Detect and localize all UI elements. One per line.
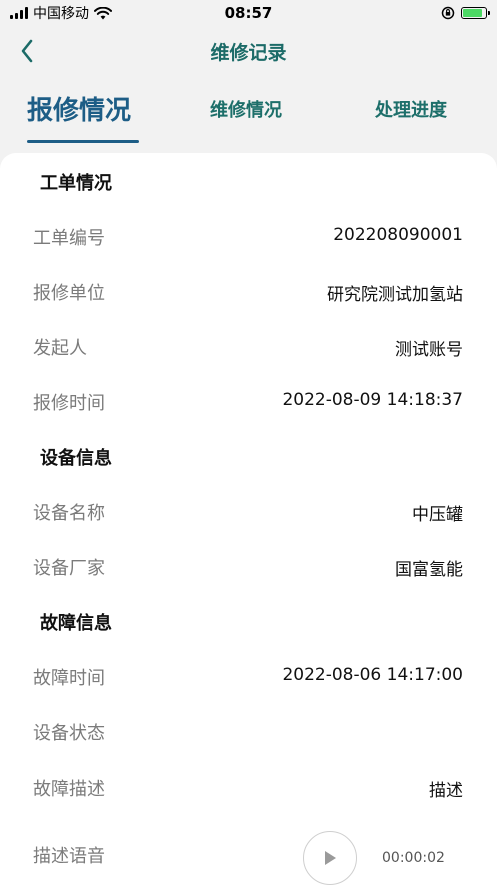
page-title: 维修记录 [210, 41, 287, 64]
carrier-label: 中国移动 [33, 6, 89, 22]
section-title-device: 设备信息 [40, 448, 112, 469]
play-voice-button[interactable] [303, 831, 357, 885]
device-name-label: 设备名称 [33, 503, 105, 524]
fault-time-value: 2022-08-06 14:17:00 [282, 665, 463, 685]
chevron-left-icon [21, 39, 33, 63]
section-title-work-order: 工单情况 [40, 173, 112, 194]
device-status-label: 设备状态 [33, 723, 105, 744]
orientation-lock-icon [441, 6, 455, 20]
fault-description-value: 描述 [429, 781, 463, 801]
voice-duration: 00:00:02 [382, 850, 445, 866]
repair-unit-value: 研究院测试加氢站 [327, 285, 463, 305]
fault-description-label: 故障描述 [33, 779, 105, 800]
report-time-value: 2022-08-09 14:18:37 [282, 390, 463, 410]
status-left: 中国移动 [10, 3, 112, 23]
tab-bar: 报修情况 维修情况 处理进度 [0, 80, 497, 144]
play-icon [325, 851, 336, 865]
tab-repair-report[interactable]: 报修情况 [27, 90, 131, 127]
battery-icon [461, 7, 490, 19]
nav-bar: 维修记录 [0, 26, 497, 76]
device-name-value: 中压罐 [412, 505, 463, 525]
section-title-fault: 故障信息 [40, 613, 112, 634]
tab-progress[interactable]: 处理进度 [375, 96, 447, 122]
status-bar: 中国移动 08:57 [0, 0, 497, 26]
active-tab-indicator [27, 140, 139, 143]
work-order-number-label: 工单编号 [33, 228, 105, 249]
status-right [441, 6, 490, 20]
initiator-label: 发起人 [33, 338, 87, 359]
work-order-number-value: 202208090001 [333, 225, 463, 245]
wifi-icon [94, 6, 112, 19]
device-maker-value: 国富氢能 [395, 560, 463, 580]
tab-repair-status[interactable]: 维修情况 [210, 96, 282, 122]
report-time-label: 报修时间 [33, 393, 105, 414]
signal-icon [10, 7, 28, 19]
initiator-value: 测试账号 [395, 340, 463, 360]
voice-label: 描述语音 [33, 846, 105, 867]
repair-unit-label: 报修单位 [33, 283, 105, 304]
back-button[interactable] [10, 34, 44, 68]
device-maker-label: 设备厂家 [33, 558, 105, 579]
fault-time-label: 故障时间 [33, 668, 105, 689]
